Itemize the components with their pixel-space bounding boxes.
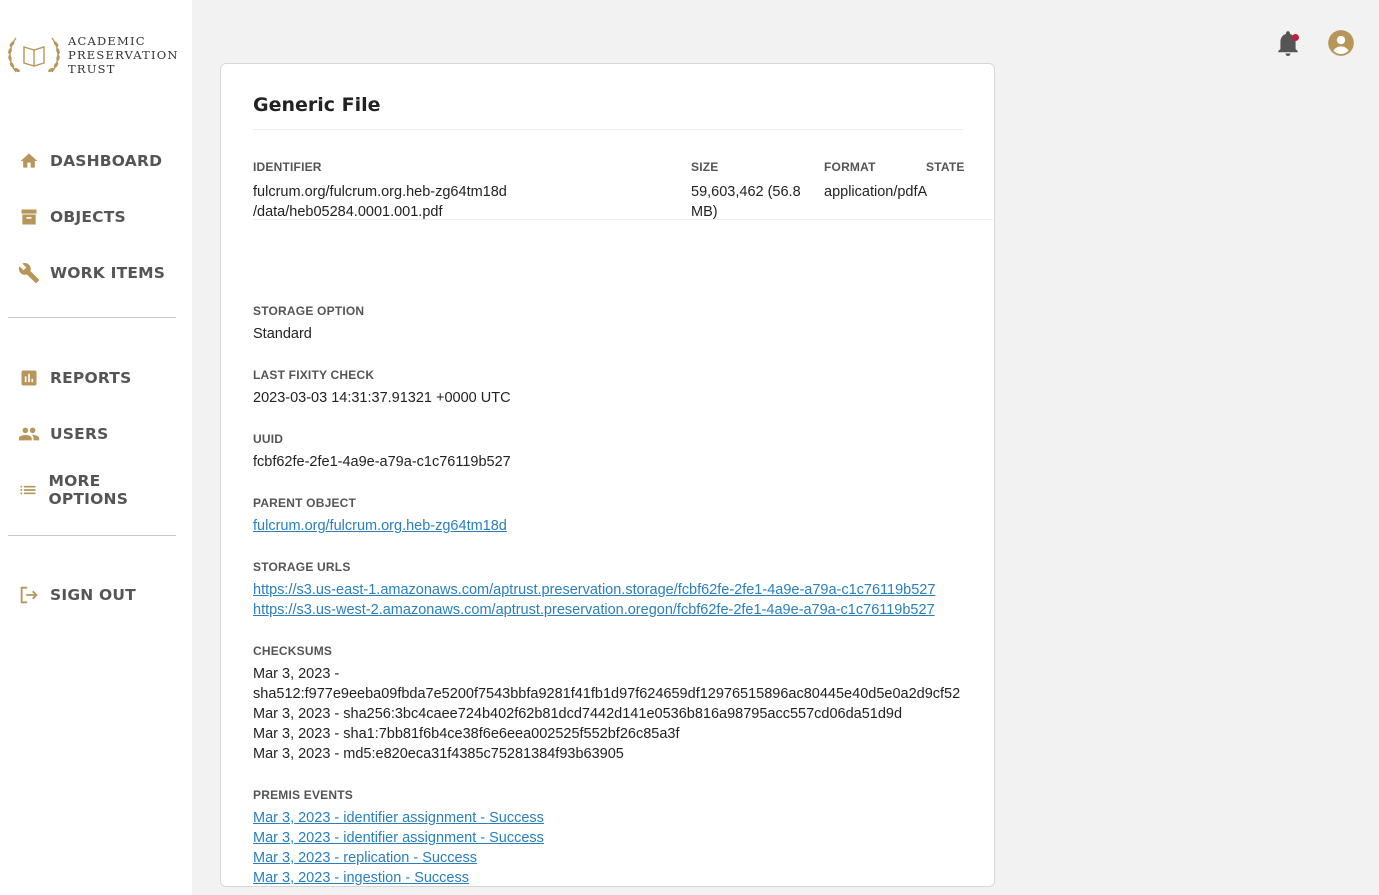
page-title: Generic File (253, 94, 963, 130)
size-value-line1: 59,603,462 (56.8 (691, 184, 801, 200)
identifier-header: IDENTIFIER (253, 160, 322, 174)
nav-sign-out[interactable]: SIGN OUT (8, 567, 176, 623)
parent-object-label: PARENT OBJECT (253, 496, 357, 510)
state-column: STATE (926, 160, 965, 182)
storage-option-label: STORAGE OPTION (253, 304, 365, 318)
uuid-value: fcbf62fe-2fe1-4a9e-a79a-c1c76119b527 (253, 454, 511, 470)
uuid-field: UUID fcbf62fe-2fe1-4a9e-a79a-c1c76119b52… (253, 432, 994, 472)
format-value: application/pdfA (824, 184, 928, 200)
user-avatar-button[interactable] (1327, 29, 1355, 57)
bar-chart-icon (18, 367, 40, 389)
format-header: FORMAT (824, 160, 876, 174)
size-column: SIZE 59,603,462 (56.8 MB) (691, 160, 801, 222)
notifications-button[interactable] (1275, 28, 1301, 58)
identifier-value-line2: /data/heb05284.0001.001.pdf (253, 204, 443, 220)
storage-option-value: Standard (253, 326, 312, 342)
signout-nav: SIGN OUT (8, 567, 176, 623)
notification-dot (1292, 34, 1299, 41)
checksum-item: Mar 3, 2023 - sha256:3bc4caee724b402f62b… (253, 706, 903, 722)
storage-option-field: STORAGE OPTION Standard (253, 304, 994, 344)
primary-nav: DASHBOARD OBJECTS WORK ITEMS (8, 133, 176, 318)
nav-reports[interactable]: REPORTS (8, 350, 176, 406)
nav-users-label: USERS (50, 425, 109, 443)
nav-dashboard-label: DASHBOARD (50, 152, 163, 170)
parent-object-link[interactable]: fulcrum.org/fulcrum.org.heb-zg64tm18d (253, 516, 994, 536)
state-header: STATE (926, 160, 965, 174)
storage-url-link[interactable]: https://s3.us-east-1.amazonaws.com/aptru… (253, 580, 994, 600)
storage-urls-field: STORAGE URLS https://s3.us-east-1.amazon… (253, 560, 994, 620)
account-circle-icon (1328, 30, 1354, 56)
checksum-item: sha512:f977e9eeba09fbda7e5200f7543bbfa92… (253, 686, 961, 702)
checksums-label: CHECKSUMS (253, 644, 333, 658)
nav-users[interactable]: USERS (8, 406, 176, 462)
brand-line-1: ACADEMIC (68, 34, 146, 48)
size-header: SIZE (691, 160, 719, 174)
last-fixity-value: 2023-03-03 14:31:37.91321 +0000 UTC (253, 390, 511, 406)
nav-work-items[interactable]: WORK ITEMS (8, 245, 176, 301)
premis-event-link[interactable]: Mar 3, 2023 - identifier assignment - Su… (253, 808, 994, 828)
premis-events-label: PREMIS EVENTS (253, 788, 353, 802)
brand-text: ACADEMIC PRESERVATION TRUST (68, 34, 179, 76)
file-summary-row: IDENTIFIER fulcrum.org/fulcrum.org.heb-z… (253, 130, 993, 220)
last-fixity-label: LAST FIXITY CHECK (253, 368, 375, 382)
premis-events-field: PREMIS EVENTS Mar 3, 2023 - identifier a… (253, 788, 994, 886)
brand-line-3: TRUST (68, 62, 116, 76)
nav-reports-label: REPORTS (50, 369, 132, 387)
format-column: FORMAT application/pdfA (824, 160, 927, 202)
list-icon (18, 479, 38, 501)
secondary-nav: REPORTS USERS MORE OPTIONS (8, 350, 176, 536)
nav-sign-out-label: SIGN OUT (50, 586, 136, 604)
nav-divider (8, 317, 176, 318)
size-value: 59,603,462 (56.8 MB) (691, 182, 801, 222)
storage-urls-label: STORAGE URLS (253, 560, 351, 574)
nav-more-options[interactable]: MORE OPTIONS (8, 462, 176, 518)
uuid-label: UUID (253, 432, 284, 446)
nav-work-items-label: WORK ITEMS (50, 264, 166, 282)
last-fixity-field: LAST FIXITY CHECK 2023-03-03 14:31:37.91… (253, 368, 994, 408)
brand-line-2: PRESERVATION (68, 48, 179, 62)
archive-box-icon (18, 206, 40, 228)
users-icon (18, 423, 40, 445)
checksum-item: Mar 3, 2023 - (253, 666, 340, 682)
size-value-line2: MB) (691, 204, 718, 220)
home-icon (18, 150, 40, 172)
wrench-icon (18, 262, 40, 284)
checksum-item: Mar 3, 2023 - sha1:7bb81f6b4ce38f6e6eea0… (253, 726, 680, 742)
checksums-field: CHECKSUMS Mar 3, 2023 - sha512:f977e9eeb… (253, 644, 994, 764)
identifier-column: IDENTIFIER fulcrum.org/fulcrum.org.heb-z… (253, 160, 507, 222)
nav-objects-label: OBJECTS (50, 208, 126, 226)
bell-icon (1278, 31, 1298, 56)
nav-dashboard[interactable]: DASHBOARD (8, 133, 176, 189)
premis-event-link[interactable]: Mar 3, 2023 - identifier assignment - Su… (253, 828, 994, 848)
brand-logo[interactable]: ACADEMIC PRESERVATION TRUST (6, 32, 179, 78)
nav-divider (8, 535, 176, 536)
nav-objects[interactable]: OBJECTS (8, 189, 176, 245)
premis-event-link[interactable]: Mar 3, 2023 - replication - Success (253, 848, 994, 868)
laurel-book-logo-icon (8, 37, 60, 73)
parent-object-field: PARENT OBJECT fulcrum.org/fulcrum.org.he… (253, 496, 994, 536)
checksums-list: Mar 3, 2023 - sha512:f977e9eeba09fbda7e5… (253, 664, 994, 764)
top-bar-actions (1275, 28, 1355, 58)
identifier-value: fulcrum.org/fulcrum.org.heb-zg64tm18d /d… (253, 182, 507, 222)
identifier-value-line1: fulcrum.org/fulcrum.org.heb-zg64tm18d (253, 184, 507, 200)
premis-event-link[interactable]: Mar 3, 2023 - ingestion - Success (253, 868, 994, 886)
generic-file-card: Generic File IDENTIFIER fulcrum.org/fulc… (220, 63, 995, 887)
nav-more-options-label: MORE OPTIONS (48, 472, 129, 508)
sidebar: ACADEMIC PRESERVATION TRUST DASHBOARD OB… (0, 0, 192, 895)
storage-url-link[interactable]: https://s3.us-west-2.amazonaws.com/aptru… (253, 600, 994, 620)
checksum-item: Mar 3, 2023 - md5:e820eca31f4385c7528138… (253, 746, 624, 762)
sign-out-icon (18, 584, 40, 606)
